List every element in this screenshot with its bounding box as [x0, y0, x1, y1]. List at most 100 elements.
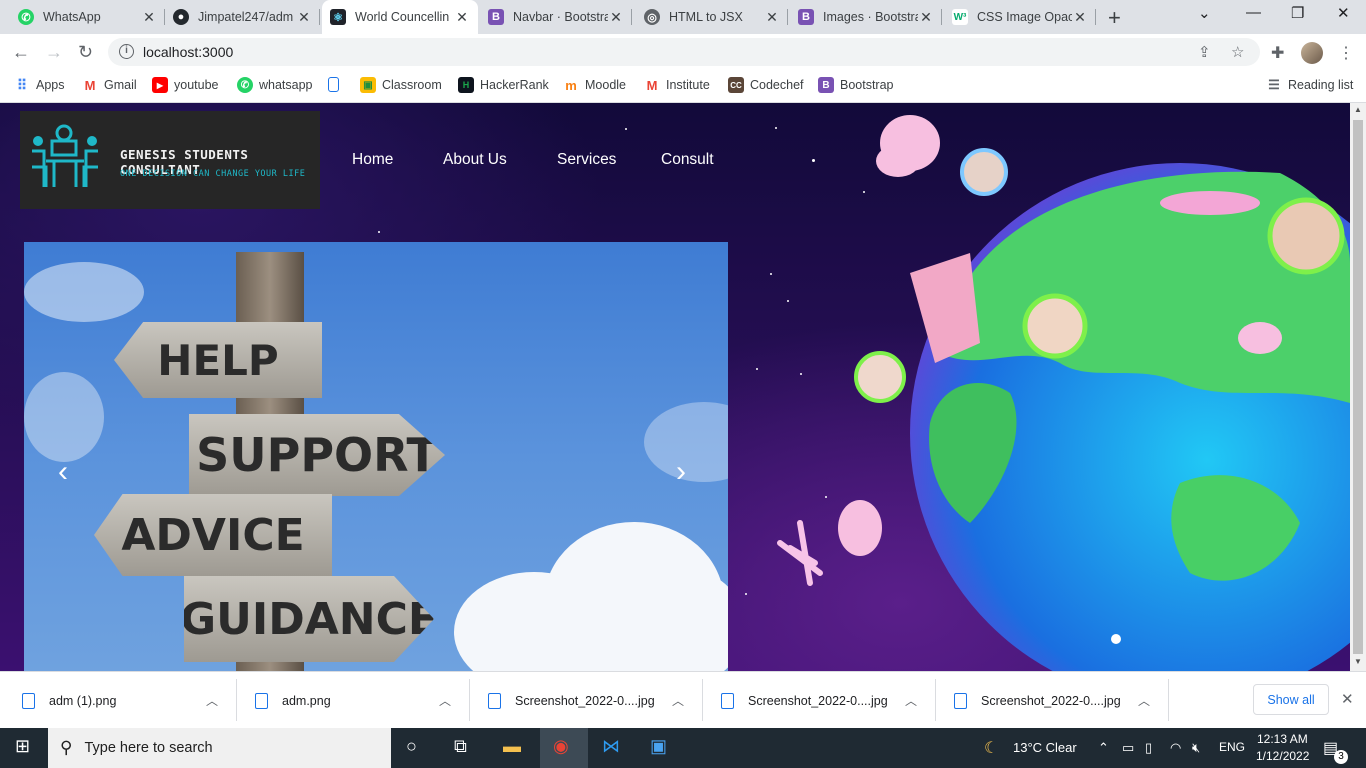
- carousel-next-icon[interactable]: ›: [676, 455, 686, 489]
- tab-world-councelling[interactable]: ⚛ World Councellin ✕: [322, 0, 478, 34]
- close-icon[interactable]: ✕: [296, 9, 312, 26]
- react-icon: ⚛: [330, 9, 346, 25]
- close-icon[interactable]: ✕: [918, 9, 934, 26]
- chevron-up-icon[interactable]: ︿: [1138, 692, 1150, 709]
- close-icon[interactable]: ✕: [454, 9, 470, 26]
- reading-list-button[interactable]: ☰ Reading list: [1266, 77, 1353, 93]
- close-window-button[interactable]: ✕: [1337, 4, 1350, 22]
- show-all-button[interactable]: Show all: [1253, 684, 1329, 715]
- apps-grid-icon: ⠿: [16, 76, 28, 93]
- volume-mute-icon[interactable]: 🔇︎: [1192, 740, 1200, 756]
- bookmark-institute[interactable]: M Institute: [644, 77, 710, 93]
- cloud: [24, 372, 104, 462]
- scroll-down-icon[interactable]: ▼: [1354, 657, 1362, 666]
- profile-avatar[interactable]: [1301, 42, 1323, 64]
- minimize-button[interactable]: —: [1246, 4, 1261, 21]
- bootstrap-icon: B: [488, 9, 504, 25]
- youtube-icon: ▶: [152, 77, 168, 93]
- taskbar-search-box[interactable]: ⚲ Type here to search: [48, 728, 391, 768]
- bookmark-codechef[interactable]: CC Codechef: [728, 77, 804, 93]
- bookmark-whatsapp[interactable]: ✆ whatsapp: [237, 77, 313, 93]
- page-scrollbar[interactable]: ▲ ▼: [1350, 103, 1366, 671]
- tab-css-image-opacity[interactable]: W³ CSS Image Opac ✕: [944, 0, 1096, 34]
- chevron-up-icon[interactable]: ︿: [905, 692, 917, 709]
- chrome-icon[interactable]: ◉: [553, 736, 569, 757]
- chevron-up-tray-icon[interactable]: ⌃: [1098, 740, 1109, 756]
- bookmark-youtube[interactable]: ▶ youtube: [152, 77, 218, 93]
- battery-icon[interactable]: ▯: [1145, 740, 1152, 756]
- bookmark-label: Bootstrap: [840, 78, 894, 92]
- vscode-icon[interactable]: ⋈: [602, 736, 620, 757]
- close-icon[interactable]: ✕: [764, 9, 780, 26]
- url-text[interactable]: localhost:3000: [143, 44, 233, 60]
- chevron-up-icon[interactable]: ︿: [206, 692, 218, 709]
- language-indicator[interactable]: ENG: [1219, 740, 1245, 754]
- wifi-icon[interactable]: ◠: [1170, 740, 1181, 756]
- bookmark-hackerrank[interactable]: H HackerRank: [458, 77, 549, 93]
- bootstrap-icon: B: [798, 9, 814, 25]
- nav-services[interactable]: Services: [557, 151, 616, 169]
- bookmarks-bar: ⠿ Apps M Gmail ▶ youtube ✆ whatsapp ▣ Cl…: [0, 70, 1366, 103]
- weather-text[interactable]: 13°C Clear: [1013, 740, 1077, 755]
- photos-icon[interactable]: ▣: [650, 736, 667, 757]
- meet-now-icon[interactable]: ▭: [1122, 740, 1134, 756]
- close-icon[interactable]: ✕: [608, 9, 624, 26]
- close-icon[interactable]: ✕: [1072, 9, 1088, 26]
- file-explorer-icon[interactable]: ▬: [503, 736, 521, 757]
- carousel-prev-icon[interactable]: ‹: [58, 455, 68, 489]
- close-downloads-icon[interactable]: ✕: [1341, 690, 1354, 708]
- nav-consult[interactable]: Consult: [661, 151, 714, 169]
- clock-date[interactable]: 1/12/2022: [1256, 749, 1309, 763]
- bookmark-label: HackerRank: [480, 78, 549, 92]
- cortana-icon[interactable]: ○: [406, 736, 417, 757]
- download-item[interactable]: adm.png ︿: [237, 672, 470, 729]
- back-arrow-icon[interactable]: ←: [12, 42, 30, 63]
- bookmark-moodle[interactable]: m Moodle: [563, 77, 626, 93]
- bookmark-page[interactable]: [328, 77, 345, 92]
- tab-github[interactable]: ● Jimpatel247/adm ✕: [165, 0, 320, 34]
- site-info-icon[interactable]: i: [119, 44, 134, 59]
- sign-help: HELP: [114, 322, 322, 398]
- close-icon[interactable]: ✕: [141, 9, 157, 26]
- bookmark-apps[interactable]: ⠿ Apps: [14, 77, 65, 93]
- chevron-up-icon[interactable]: ︿: [672, 692, 684, 709]
- tab-navbar-bootstrap[interactable]: B Navbar · Bootstra ✕: [480, 0, 632, 34]
- bookmark-gmail[interactable]: M Gmail: [82, 77, 137, 93]
- tab-html-to-jsx[interactable]: ◎ HTML to JSX ✕: [636, 0, 788, 34]
- forward-arrow-icon[interactable]: →: [45, 42, 63, 63]
- brand-logo[interactable]: GENESIS STUDENTS CONSULTANT ONE DECISION…: [20, 111, 320, 209]
- sign-advice: ADVICE: [94, 494, 332, 576]
- download-filename: adm (1).png: [49, 693, 117, 708]
- tab-whatsapp[interactable]: ✆ WhatsApp ✕: [10, 0, 165, 34]
- chevron-up-icon[interactable]: ︿: [439, 692, 451, 709]
- tab-images-bootstrap[interactable]: B Images · Bootstra ✕: [790, 0, 942, 34]
- task-view-icon[interactable]: ⧉: [454, 736, 467, 757]
- extensions-puzzle-icon[interactable]: ✚: [1271, 43, 1284, 63]
- bootstrap-icon: B: [818, 77, 834, 93]
- notification-count-badge: 3: [1334, 750, 1348, 764]
- search-icon: ⚲: [60, 738, 73, 757]
- sign-support-text: SUPPORT: [196, 428, 438, 482]
- menu-kebab-icon[interactable]: ⋮: [1338, 43, 1354, 63]
- clock-time[interactable]: 12:13 AM: [1257, 732, 1308, 746]
- download-item[interactable]: Screenshot_2022-0....jpg ︿: [703, 672, 936, 729]
- download-item[interactable]: Screenshot_2022-0....jpg ︿: [936, 672, 1169, 729]
- tab-search-icon[interactable]: ⌄: [1198, 4, 1211, 22]
- bookmark-star-icon[interactable]: ☆: [1231, 43, 1244, 61]
- nav-home[interactable]: Home: [352, 151, 393, 169]
- windows-start-icon[interactable]: ⊞: [15, 736, 30, 757]
- sign-support: SUPPORT: [189, 414, 445, 496]
- new-tab-button[interactable]: +: [1108, 5, 1121, 31]
- scrollbar-thumb[interactable]: [1353, 120, 1363, 654]
- maximize-button[interactable]: ❐: [1291, 4, 1304, 22]
- sign-help-text: HELP: [157, 335, 279, 385]
- share-icon[interactable]: ⇪: [1198, 43, 1211, 61]
- download-item[interactable]: adm (1).png ︿: [0, 672, 237, 729]
- bookmark-classroom[interactable]: ▣ Classroom: [360, 77, 442, 93]
- scroll-up-icon[interactable]: ▲: [1354, 105, 1362, 114]
- nav-about-us[interactable]: About Us: [443, 151, 507, 169]
- download-item[interactable]: Screenshot_2022-0....jpg ︿: [470, 672, 703, 729]
- address-bar[interactable]: i localhost:3000 ⇪ ☆: [108, 38, 1260, 66]
- reload-icon[interactable]: ↻: [78, 42, 93, 63]
- bookmark-bootstrap[interactable]: B Bootstrap: [818, 77, 894, 93]
